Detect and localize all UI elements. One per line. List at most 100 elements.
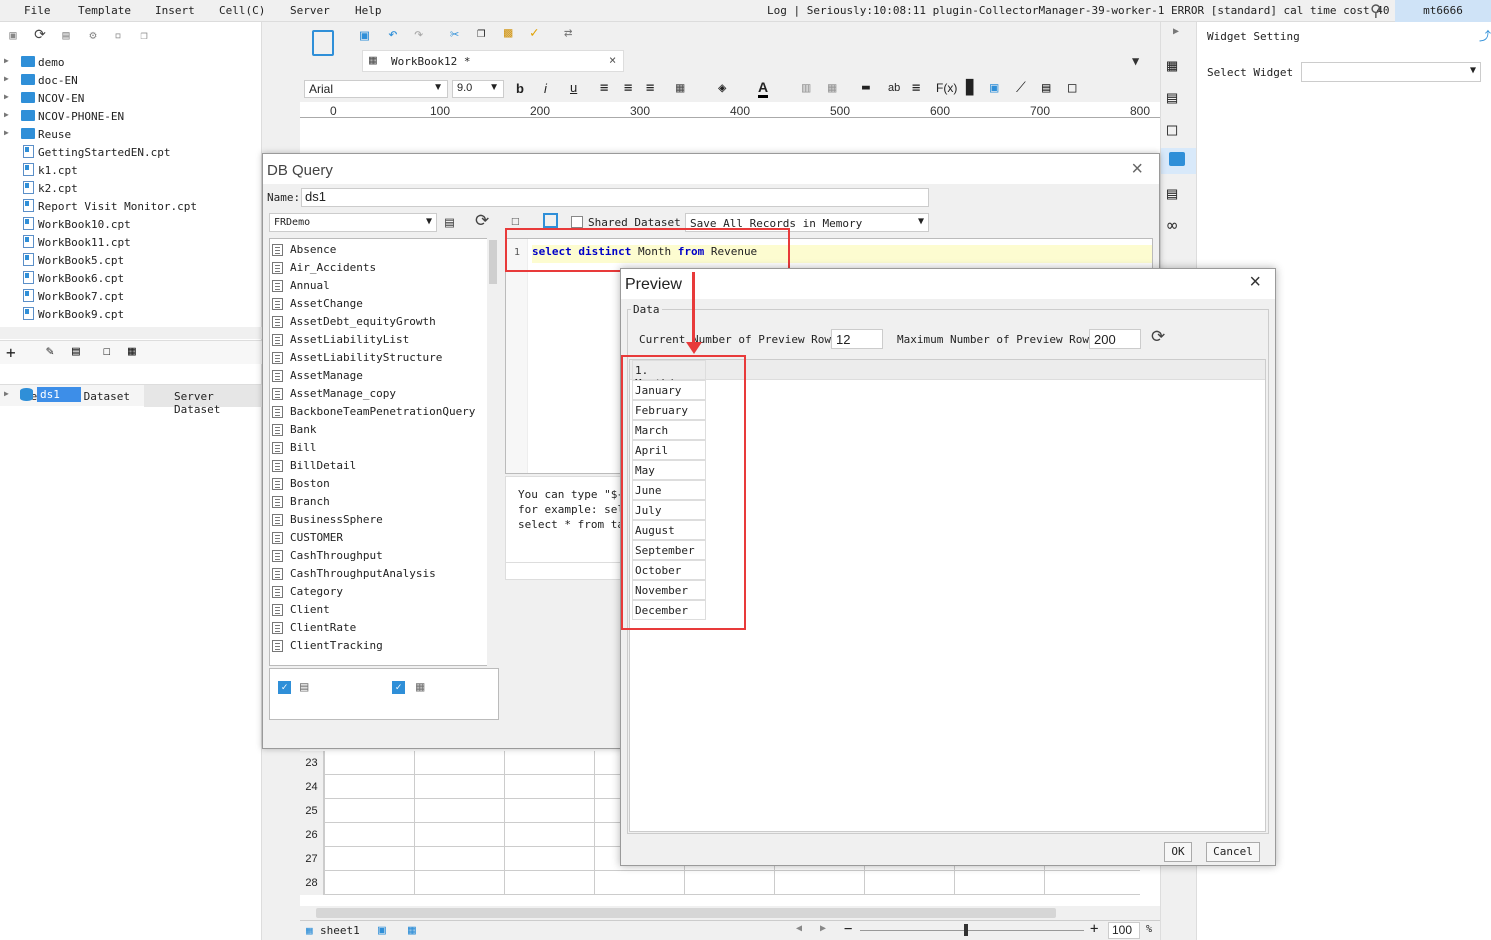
- copy-cell-icon[interactable]: ❐: [477, 25, 485, 41]
- connection-select[interactable]: FRDemo ▼: [269, 213, 437, 232]
- edit-connection-icon[interactable]: ▤: [445, 213, 454, 231]
- menu-server[interactable]: Server: [290, 4, 330, 17]
- dataset-params-icon[interactable]: ▦: [128, 344, 136, 359]
- tree-file[interactable]: WorkBook10.cpt: [0, 215, 260, 233]
- cell-attr-icon[interactable]: ▦: [1167, 56, 1177, 76]
- merge-icon[interactable]: ▥: [802, 80, 810, 96]
- tree-folder[interactable]: ▶ demo: [0, 53, 260, 71]
- horizontal-scrollbar[interactable]: [300, 906, 1160, 920]
- cell-border-icon[interactable]: □: [1068, 80, 1076, 96]
- refresh-preview-icon[interactable]: ⟳: [1151, 327, 1165, 347]
- tree-folder[interactable]: ▶ NCOV-PHONE-EN: [0, 107, 260, 125]
- show-tables-checkbox[interactable]: ✓: [278, 681, 291, 694]
- row-number[interactable]: 26: [300, 823, 324, 847]
- user-badge[interactable]: mt6666: [1395, 0, 1491, 22]
- align-right-icon[interactable]: ≡: [646, 80, 654, 96]
- sql-preview-icon[interactable]: ☐: [511, 213, 519, 229]
- tab-server-dataset[interactable]: Server Dataset: [174, 390, 262, 416]
- fill-color-icon[interactable]: ◈: [718, 80, 726, 96]
- menu-insert[interactable]: Insert: [155, 4, 195, 17]
- expand-arrow-icon[interactable]: ▶: [4, 92, 9, 101]
- align-left-icon[interactable]: ≡: [600, 80, 608, 96]
- cancel-button[interactable]: Cancel: [1206, 842, 1260, 862]
- add-sheet-icon[interactable]: ▣: [378, 923, 386, 938]
- expand-arrow-icon[interactable]: ▶: [4, 110, 9, 119]
- menu-help[interactable]: Help: [355, 4, 382, 17]
- max-rows-input[interactable]: 200: [1089, 329, 1141, 349]
- show-views-checkbox[interactable]: ✓: [392, 681, 405, 694]
- tree-file[interactable]: k1.cpt: [0, 161, 260, 179]
- unmerge-icon[interactable]: ▦: [828, 80, 836, 96]
- save-icon[interactable]: ▣: [360, 26, 369, 44]
- copy-icon[interactable]: ❐: [137, 28, 151, 42]
- border-icon[interactable]: ▦: [676, 80, 684, 96]
- image-icon[interactable]: ▣: [990, 80, 998, 96]
- close-icon[interactable]: ×: [1131, 158, 1143, 181]
- undo-icon[interactable]: ↶: [388, 24, 398, 43]
- collapse-icon[interactable]: ▶: [1173, 26, 1179, 37]
- menu-cell[interactable]: Cell(C): [219, 4, 265, 17]
- expand-arrow-icon[interactable]: ▶: [4, 128, 9, 137]
- shared-dataset-checkbox[interactable]: [571, 216, 583, 228]
- menu-template[interactable]: Template: [78, 4, 131, 17]
- widget-icon[interactable]: [1169, 152, 1185, 166]
- tree-file[interactable]: WorkBook11.cpt: [0, 233, 260, 251]
- format-painter-icon[interactable]: ✓: [530, 25, 538, 41]
- tree-file[interactable]: WorkBook5.cpt: [0, 251, 260, 269]
- insert-row-icon[interactable]: ▬: [862, 80, 870, 95]
- paste-icon[interactable]: ▩: [504, 25, 512, 41]
- align-center-icon[interactable]: ≡: [624, 80, 632, 96]
- new-folder-icon[interactable]: ▣: [6, 28, 20, 42]
- row-number[interactable]: 24: [300, 775, 324, 799]
- close-icon[interactable]: ×: [1249, 271, 1261, 294]
- log-status[interactable]: Log | Seriously:10:08:11 plugin-Collecto…: [767, 4, 1409, 17]
- tree-file[interactable]: k2.cpt: [0, 179, 260, 197]
- refresh-tables-icon[interactable]: ⟳: [475, 211, 489, 231]
- expand-arrow-icon[interactable]: ▶: [4, 74, 9, 83]
- tree-file[interactable]: GettingStartedEN.cpt: [0, 143, 260, 161]
- swap-icon[interactable]: ⇄: [564, 25, 572, 41]
- tree-file[interactable]: Report Visit Monitor.cpt: [0, 197, 260, 215]
- settings-icon[interactable]: ⚙: [86, 28, 100, 42]
- text-icon[interactable]: ab: [888, 82, 900, 94]
- zoom-slider-handle[interactable]: [964, 924, 968, 936]
- next-sheet-icon[interactable]: ▶: [820, 923, 826, 934]
- underline-button[interactable]: u: [570, 80, 577, 95]
- redo-icon[interactable]: ↷: [414, 24, 424, 43]
- search-icon[interactable]: ⚲: [1370, 1, 1382, 20]
- tree-file[interactable]: WorkBook9.cpt: [0, 305, 260, 323]
- tree-folder[interactable]: ▶ NCOV-EN: [0, 89, 260, 107]
- edit-icon[interactable]: ✎: [46, 344, 54, 359]
- font-name-select[interactable]: Arial ▼: [304, 80, 448, 98]
- tree-folder[interactable]: ▶ doc-EN: [0, 71, 260, 89]
- row-number[interactable]: 28: [300, 871, 324, 895]
- formula-icon[interactable]: F(x): [936, 81, 957, 95]
- menu-file[interactable]: File: [24, 4, 51, 17]
- delete-icon[interactable]: ▫: [111, 28, 125, 42]
- italic-button[interactable]: i: [544, 81, 547, 96]
- open-icon[interactable]: ▤: [59, 28, 73, 42]
- tree-file[interactable]: WorkBook6.cpt: [0, 269, 260, 287]
- tree-scrollbar[interactable]: [0, 327, 262, 339]
- zoom-out-icon[interactable]: −: [844, 921, 852, 937]
- dataset-manager-icon[interactable]: [312, 30, 334, 56]
- row-number[interactable]: 23: [300, 751, 324, 775]
- preview-dataset-icon[interactable]: ☐: [103, 344, 111, 359]
- table-list-scrollbar[interactable]: [487, 238, 499, 666]
- zoom-slider[interactable]: [860, 930, 1084, 931]
- row-number[interactable]: 27: [300, 847, 324, 871]
- close-tab-icon[interactable]: ×: [609, 53, 616, 67]
- tab-workbook[interactable]: ▦ WorkBook12 * ×: [362, 50, 624, 72]
- cell-element-icon[interactable]: ▤: [1167, 88, 1177, 108]
- pin-icon[interactable]: ⤴: [1479, 27, 1491, 44]
- add-dataset-icon[interactable]: +: [6, 343, 16, 362]
- slash-icon[interactable]: ⟋: [1016, 80, 1026, 96]
- current-rows-input[interactable]: 12: [831, 329, 883, 349]
- trash-icon[interactable]: ▤: [72, 344, 80, 359]
- add-polysheet-icon[interactable]: ▦: [408, 923, 416, 938]
- row-number[interactable]: 25: [300, 799, 324, 823]
- zoom-in-icon[interactable]: +: [1090, 921, 1098, 937]
- expand-arrow-icon[interactable]: ▶: [4, 56, 9, 65]
- subreport-icon[interactable]: ▤: [1042, 80, 1050, 96]
- select-widget-dropdown[interactable]: ▼: [1301, 62, 1481, 82]
